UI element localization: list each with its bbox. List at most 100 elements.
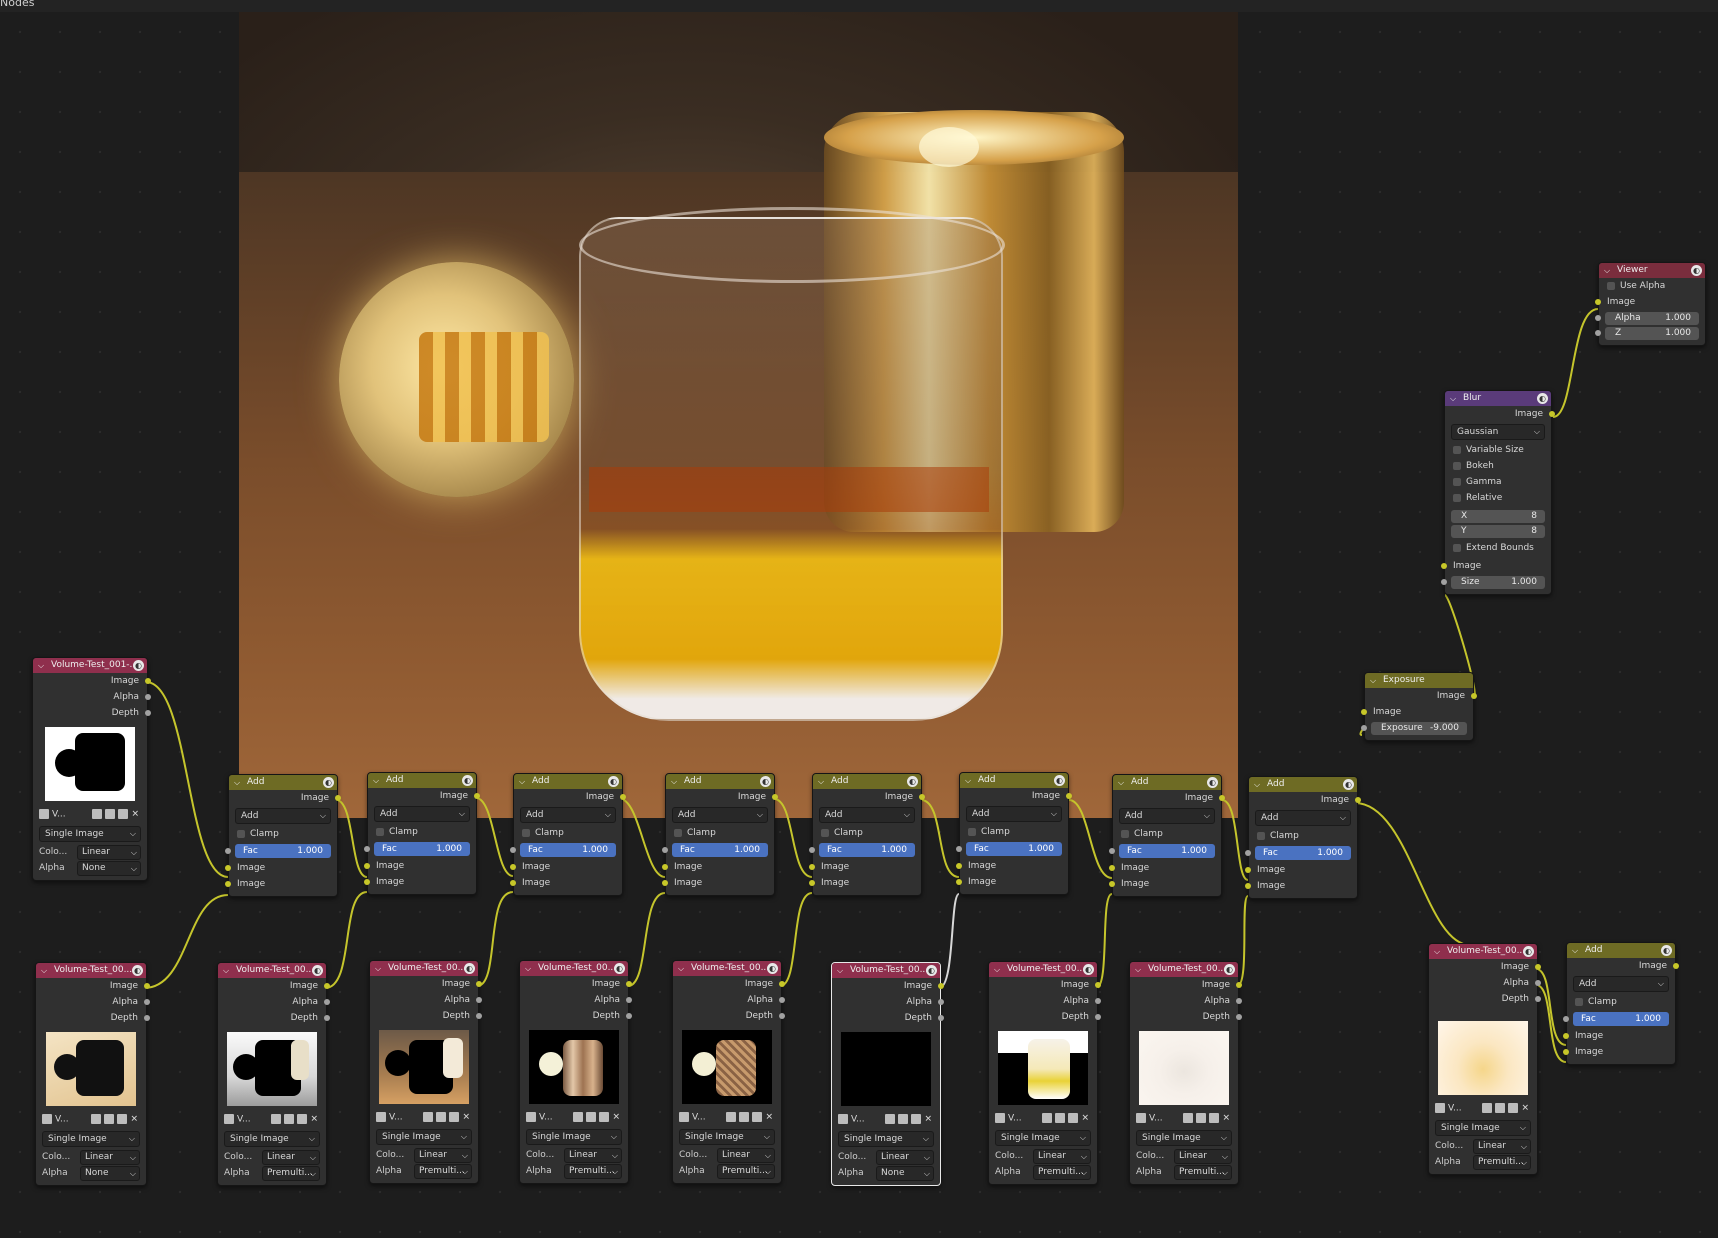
blend-mode-dropdown[interactable]: Add ⌵ [374, 806, 470, 822]
image-browse-icon[interactable] [39, 809, 49, 819]
alpha-mode-row[interactable]: Alpha Premulti... ⌵ [673, 1163, 781, 1179]
image-browse-icon[interactable] [1435, 1103, 1445, 1113]
clamp-row[interactable]: Clamp [1249, 828, 1357, 844]
mix-add-node[interactable]: ⌵ Add ◐ Image Add ⌵ Clamp Fac 1.000 Image Im… [1245, 776, 1361, 899]
duplicate-icon[interactable] [105, 809, 116, 819]
image-input-node[interactable]: ⌵ Volume-Test_00... ◐ Image Alpha Depth V.… [988, 961, 1101, 1185]
clamp-row[interactable]: Clamp [813, 825, 921, 841]
output-socket[interactable] [145, 710, 151, 716]
collapse-icon[interactable]: ⌵ [38, 658, 44, 673]
image-actions[interactable]: ✕ [573, 1112, 620, 1123]
image-input-node[interactable]: ⌵ Volume-Test_00... ◐ Image Alpha Depth V.… [1428, 943, 1541, 1175]
use-alpha-checkbox[interactable] [1607, 281, 1615, 290]
fac-slider[interactable]: Fac 1.000 [809, 843, 915, 857]
image-input-node[interactable]: ⌵ Volume-Test_00... ◐ Image Alpha Depth V.… [672, 960, 785, 1184]
exposure-header[interactable]: ⌵ Exposure [1365, 673, 1473, 688]
mix-add-node[interactable]: ⌵ Add ◐ Image Add ⌵ Clamp Fac 1.000 Image Im… [809, 773, 925, 896]
image-name[interactable]: V... [1448, 1104, 1462, 1114]
checkbox[interactable] [1453, 461, 1461, 470]
duplicate-icon[interactable] [104, 1114, 115, 1124]
mix-add-node[interactable]: ⌵ Add ◐ Image Add ⌵ Clamp Fac 1.000 Image Im… [662, 773, 778, 896]
blur-filter-dropdown[interactable]: Gaussian ⌵ [1451, 424, 1545, 440]
image-input-node[interactable]: ⌵ Volume-Test_00... ◐ Image Alpha Depth V.… [369, 960, 482, 1184]
image-browse-icon[interactable] [526, 1112, 536, 1122]
image-source-dropdown[interactable]: Single Image ⌵ [526, 1129, 622, 1145]
output-socket[interactable] [938, 1015, 944, 1021]
input-socket[interactable] [364, 863, 370, 869]
clamp-checkbox[interactable] [968, 827, 976, 836]
fac-slider[interactable]: Fac 1.000 [364, 842, 470, 856]
output-socket[interactable] [626, 981, 632, 987]
image-node-header[interactable]: ⌵ Volume-Test_00... ◐ [1429, 944, 1537, 959]
blur-option[interactable]: Variable Size [1445, 442, 1551, 458]
input-socket[interactable] [662, 847, 668, 853]
output-socket[interactable] [324, 1015, 330, 1021]
fake-user-icon[interactable] [271, 1114, 282, 1124]
output-socket[interactable] [476, 1013, 482, 1019]
checkbox[interactable] [1453, 477, 1461, 486]
image-source-dropdown[interactable]: Single Image ⌵ [995, 1130, 1091, 1146]
duplicate-icon[interactable] [586, 1112, 597, 1122]
alpha-mode-select[interactable]: Premulti... ⌵ [717, 1163, 775, 1179]
collapse-icon[interactable]: ⌵ [678, 961, 684, 976]
image-actions[interactable]: ✕ [1042, 1113, 1089, 1124]
image-name[interactable]: V... [237, 1115, 251, 1125]
image-source-dropdown[interactable]: Single Image ⌵ [679, 1129, 775, 1145]
input-socket[interactable] [1441, 579, 1447, 585]
output-socket[interactable] [1095, 1014, 1101, 1020]
collapse-icon[interactable]: ⌵ [525, 961, 531, 976]
image-node-header[interactable]: ⌵ Volume-Test_00... ◐ [989, 962, 1097, 977]
alpha-mode-row[interactable]: Alpha Premulti... ⌵ [370, 1163, 478, 1179]
color-space-select[interactable]: Linear ⌵ [1473, 1138, 1531, 1154]
image-source-dropdown[interactable]: Single Image ⌵ [39, 826, 141, 842]
output-socket[interactable] [1355, 797, 1361, 803]
clamp-checkbox[interactable] [821, 828, 829, 837]
image-actions[interactable]: ✕ [726, 1112, 773, 1123]
output-socket[interactable] [144, 1015, 150, 1021]
output-socket[interactable] [144, 999, 150, 1005]
close-icon[interactable]: ✕ [1521, 1104, 1529, 1114]
blend-mode-dropdown[interactable]: Add ⌵ [819, 807, 915, 823]
blur-option[interactable]: Bokeh [1445, 458, 1551, 474]
input-socket[interactable] [364, 846, 370, 852]
collapse-icon[interactable]: ⌵ [373, 773, 379, 788]
output-socket[interactable] [779, 1013, 785, 1019]
alpha-mode-select[interactable]: Premulti... ⌵ [564, 1163, 622, 1179]
image-input-node[interactable]: ⌵ Volume-Test_00... ◐ Image Alpha Depth V.… [35, 962, 150, 1186]
color-space-row[interactable]: Colo... Linear ⌵ [370, 1147, 478, 1163]
output-socket[interactable] [620, 794, 626, 800]
image-actions[interactable]: ✕ [91, 1114, 138, 1125]
color-space-select[interactable]: Linear ⌵ [564, 1147, 622, 1163]
color-space-row[interactable]: Colo... Linear ⌵ [989, 1148, 1097, 1164]
fac-slider[interactable]: Fac 1.000 [956, 842, 1062, 856]
color-space-row[interactable]: Colo... Linear ⌵ [520, 1147, 628, 1163]
collapse-icon[interactable]: ⌵ [1370, 673, 1376, 688]
input-socket[interactable] [809, 864, 815, 870]
mix-header[interactable]: ⌵ Add ◐ [514, 774, 622, 789]
collapse-icon[interactable]: ⌵ [837, 963, 843, 978]
image-actions[interactable]: ✕ [1183, 1113, 1230, 1124]
image-input-node[interactable]: ⌵ Volume-Test_00... ◐ Image Alpha Depth V.… [1129, 961, 1242, 1185]
image-node-header[interactable]: ⌵ Volume-Test_00... ◐ [36, 963, 146, 978]
output-socket[interactable] [144, 983, 150, 989]
image-source-dropdown[interactable]: Single Image ⌵ [42, 1131, 140, 1147]
image-toolbar[interactable]: V... ✕ [1435, 1103, 1531, 1117]
image-source-dropdown[interactable]: Single Image ⌵ [376, 1129, 472, 1145]
clamp-row[interactable]: Clamp [368, 824, 476, 840]
output-socket[interactable] [1066, 793, 1072, 799]
blend-mode-dropdown[interactable]: Add ⌵ [520, 807, 616, 823]
collapse-icon[interactable]: ⌵ [1135, 962, 1141, 977]
image-actions[interactable]: ✕ [423, 1112, 470, 1123]
close-icon[interactable]: ✕ [130, 1115, 138, 1125]
close-icon[interactable]: ✕ [765, 1113, 773, 1123]
checkbox[interactable] [1453, 543, 1461, 552]
clamp-row[interactable]: Clamp [514, 825, 622, 841]
color-space-row[interactable]: Colo... Linear ⌵ [218, 1149, 326, 1165]
folder-icon[interactable] [599, 1112, 610, 1122]
blend-mode-dropdown[interactable]: Add ⌵ [1119, 808, 1215, 824]
output-socket[interactable] [1535, 996, 1541, 1002]
output-socket[interactable] [626, 997, 632, 1003]
image-node-header[interactable]: ⌵ Volume-Test_00... ◐ [370, 961, 478, 976]
input-socket[interactable] [1563, 1016, 1569, 1022]
mix-header[interactable]: ⌵ Add ◐ [368, 773, 476, 788]
